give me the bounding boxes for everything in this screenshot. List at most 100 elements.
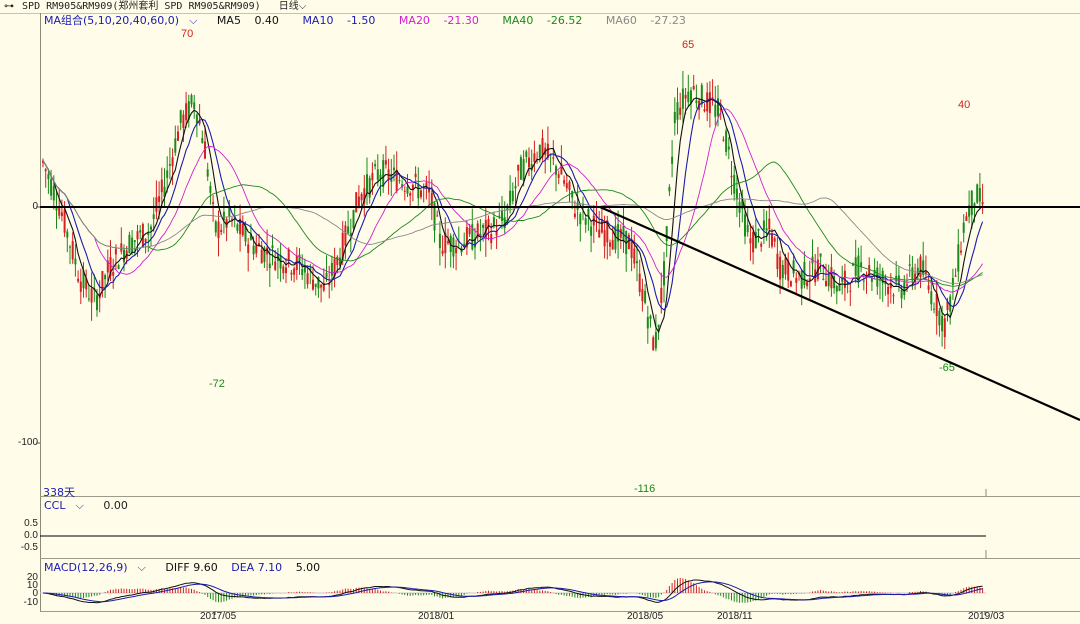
candle-body: [355, 192, 358, 213]
candle-body: [552, 157, 555, 159]
candle-body: [160, 179, 163, 193]
candle-body: [360, 194, 363, 201]
candle-body: [77, 278, 80, 282]
candle-body: [746, 224, 749, 233]
trend-line[interactable]: [599, 205, 1080, 422]
candle-body: [66, 231, 69, 238]
candle-body: [147, 233, 150, 236]
candle-body: [538, 144, 541, 159]
candle-body: [633, 248, 636, 264]
candle-body: [673, 111, 676, 124]
candle-body: [347, 226, 350, 234]
candle-body: [557, 174, 560, 178]
candle-body: [417, 184, 420, 199]
candle-body: [393, 167, 395, 171]
candle-body: [60, 212, 63, 217]
candle-body: [236, 224, 239, 231]
candle-body: [679, 107, 682, 115]
candle-body: [568, 181, 571, 190]
candle-body: [290, 272, 293, 275]
candle-body: [938, 310, 941, 326]
candle-body: [382, 160, 385, 187]
candle-body: [598, 229, 601, 238]
candle-body: [293, 268, 296, 275]
candle-body: [312, 279, 314, 290]
candle-body: [166, 170, 169, 178]
candle-body: [268, 263, 271, 269]
candle-body: [492, 217, 495, 226]
candle-body: [131, 237, 134, 253]
candle-body: [511, 190, 514, 202]
candle-body: [965, 216, 968, 221]
candle-body: [760, 243, 763, 247]
candle-body: [195, 114, 198, 124]
candle-body: [663, 261, 665, 286]
candle-body: [854, 257, 857, 276]
candle-body: [649, 315, 652, 319]
candle-body: [565, 183, 568, 189]
candle-body: [168, 164, 171, 166]
candle-body: [320, 284, 323, 288]
candle-body: [933, 308, 935, 310]
candle-body: [374, 164, 377, 167]
candle-body: [152, 214, 155, 219]
candle-body: [573, 213, 576, 218]
candle-body: [687, 91, 690, 103]
candle-body: [398, 180, 401, 182]
candle-body: [306, 273, 309, 285]
candle-body: [150, 226, 152, 230]
candle-body: [403, 190, 406, 192]
candle-body: [827, 273, 830, 287]
candle-body: [182, 114, 185, 129]
candle-body: [528, 157, 530, 167]
candle-body: [957, 244, 960, 272]
candle-body: [87, 298, 90, 300]
candle-body: [303, 267, 306, 273]
candle-body: [190, 95, 193, 105]
candle-body: [79, 281, 82, 292]
candle-body: [644, 290, 647, 303]
candle-body: [819, 253, 822, 257]
candle-body: [749, 238, 752, 244]
candle-body: [104, 275, 107, 280]
candle-body: [892, 295, 895, 297]
macd-diff-line: [42, 579, 983, 604]
candle-body: [627, 234, 630, 250]
candle-body: [773, 238, 776, 242]
candle-body: [806, 282, 809, 287]
price-chart[interactable]: [0, 0, 1080, 624]
candle-body: [941, 315, 944, 332]
candle-body: [668, 186, 671, 192]
candle-body: [727, 146, 730, 150]
candle-body: [927, 285, 930, 290]
candle-body: [744, 214, 746, 237]
candle-body: [282, 266, 285, 274]
candle-body: [784, 257, 787, 275]
candle-body: [123, 249, 125, 263]
candle-body: [117, 265, 120, 269]
candle-body: [179, 110, 182, 123]
candle-body: [314, 283, 317, 287]
candle-body: [455, 247, 458, 254]
candle-body: [279, 255, 282, 269]
candle-body: [212, 202, 215, 204]
candle-body: [285, 267, 287, 274]
candle-body: [387, 169, 390, 180]
candle-body: [177, 131, 179, 141]
candle-body: [171, 157, 174, 167]
candle-body: [330, 262, 333, 276]
candle-body: [600, 219, 603, 233]
candle-body: [660, 287, 663, 303]
candle-body: [630, 241, 633, 259]
candle-body: [654, 332, 657, 349]
candle-body: [671, 156, 674, 164]
candle-body: [252, 245, 255, 255]
candle-body: [722, 139, 725, 141]
candle-body: [730, 175, 733, 178]
candle-body: [368, 177, 371, 198]
candle-body: [533, 153, 536, 162]
candle-body: [571, 191, 574, 198]
candle-body: [862, 280, 865, 282]
candle-body: [835, 286, 838, 292]
candle-body: [652, 337, 655, 350]
